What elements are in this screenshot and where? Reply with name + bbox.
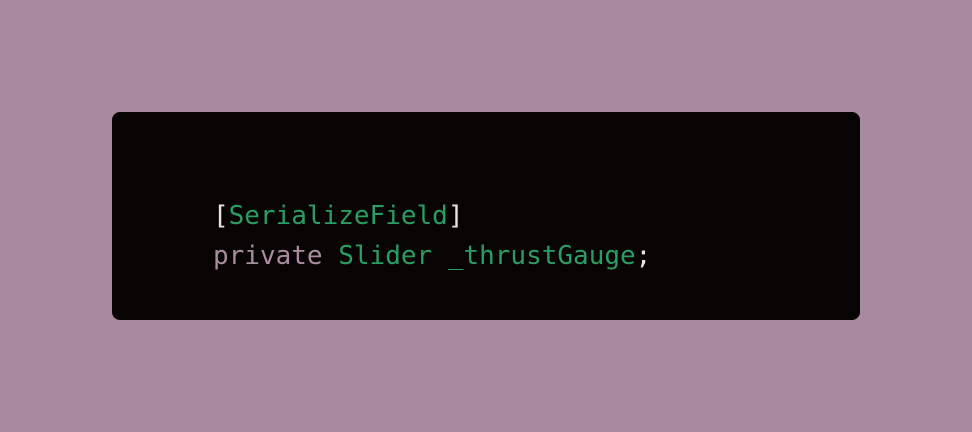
close-bracket: ]: [447, 201, 464, 231]
code-snippet-card: [SerializeField] private Slider _thrustG…: [112, 112, 860, 320]
code-line-attribute: [SerializeField]: [213, 196, 463, 236]
field-name: _thrustGauge: [447, 241, 636, 271]
access-modifier: private: [213, 241, 323, 271]
code-line-declaration: private Slider _thrustGauge;: [213, 236, 651, 276]
semicolon: ;: [635, 241, 652, 271]
type-name: Slider: [338, 241, 433, 271]
open-bracket: [: [213, 201, 229, 231]
attribute-name: SerializeField: [228, 201, 448, 231]
